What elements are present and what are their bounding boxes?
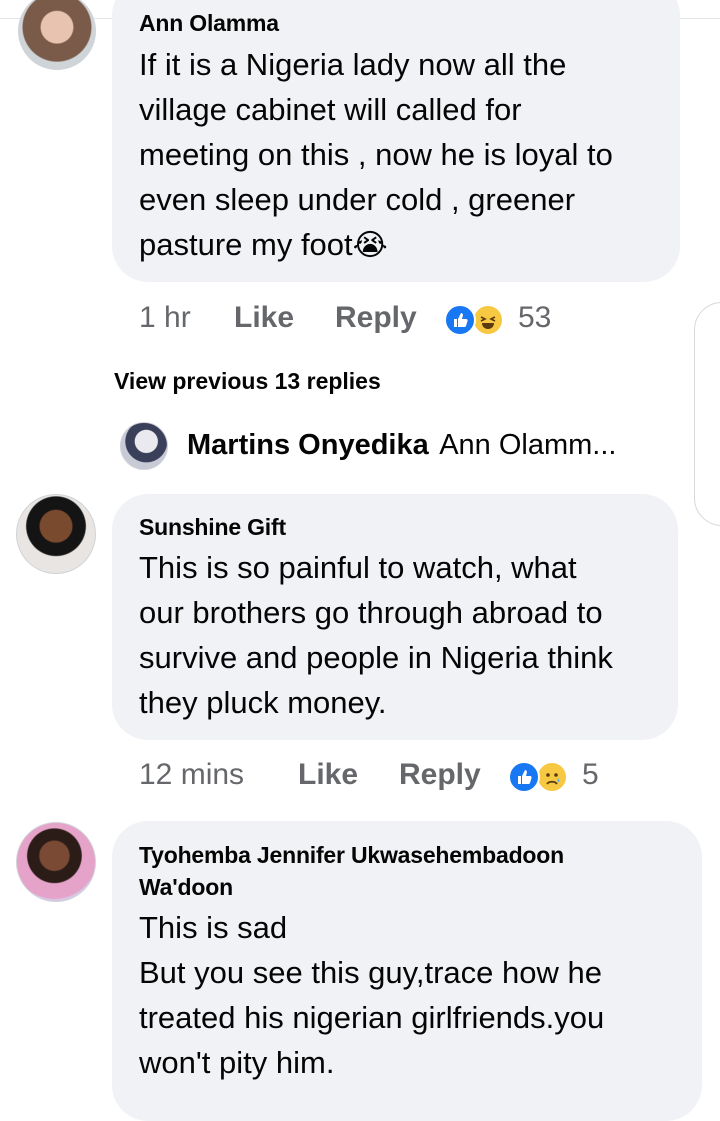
comment-line: won't pity him.: [139, 1045, 335, 1080]
reply-button[interactable]: Reply: [335, 301, 417, 335]
comment-author[interactable]: Tyohemba Jennifer Ukwasehembadoon: [139, 842, 564, 869]
reply-preview[interactable]: Martins Onyedika Ann Olamm...: [187, 429, 616, 462]
comment-line: meeting on this , now he is loyal to: [139, 137, 613, 172]
laugh-reaction-icon[interactable]: [472, 304, 504, 336]
reply-preview-text: Ann Olamm...: [439, 429, 617, 461]
comment-author[interactable]: Ann Olamma: [139, 10, 279, 37]
comment-line: This is so painful to watch, what: [139, 550, 577, 585]
comment-time[interactable]: 12 mins: [139, 758, 244, 792]
avatar[interactable]: [16, 494, 96, 574]
comment-line: This is sad: [139, 910, 288, 945]
like-reaction-icon[interactable]: [444, 304, 476, 336]
comment-line: pasture my foot😭: [139, 222, 388, 268]
comment-line: village cabinet will called for: [139, 92, 522, 127]
comment-line: treated his nigerian girlfriends.you: [139, 1000, 605, 1035]
crying-emoji: 😭: [352, 229, 388, 262]
comment-time[interactable]: 1 hr: [139, 301, 191, 335]
reaction-count[interactable]: 53: [518, 301, 551, 335]
like-button[interactable]: Like: [298, 758, 358, 792]
comment-line: survive and people in Nigeria think: [139, 640, 613, 675]
comment-line: even sleep under cold , greener: [139, 182, 576, 217]
reaction-count[interactable]: 5: [582, 758, 599, 792]
side-panel-edge[interactable]: [694, 302, 720, 526]
comment-line: they pluck money.: [139, 685, 387, 720]
sad-reaction-icon[interactable]: [536, 761, 568, 793]
view-previous-replies-link[interactable]: View previous 13 replies: [114, 368, 381, 395]
comment-line-text: pasture my foot: [139, 227, 353, 262]
avatar[interactable]: [120, 422, 168, 470]
avatar[interactable]: [18, 0, 96, 70]
like-reaction-icon[interactable]: [508, 761, 540, 793]
comment-author[interactable]: Sunshine Gift: [139, 514, 286, 541]
comment-line: If it is a Nigeria lady now all the: [139, 47, 567, 82]
comment-line: our brothers go through abroad to: [139, 595, 603, 630]
reply-author[interactable]: Martins Onyedika: [187, 429, 429, 461]
avatar[interactable]: [16, 822, 96, 902]
reply-button[interactable]: Reply: [399, 758, 481, 792]
comment-line: But you see this guy,trace how he: [139, 955, 602, 990]
comment-author-continued[interactable]: Wa'doon: [139, 874, 233, 901]
like-button[interactable]: Like: [234, 301, 294, 335]
